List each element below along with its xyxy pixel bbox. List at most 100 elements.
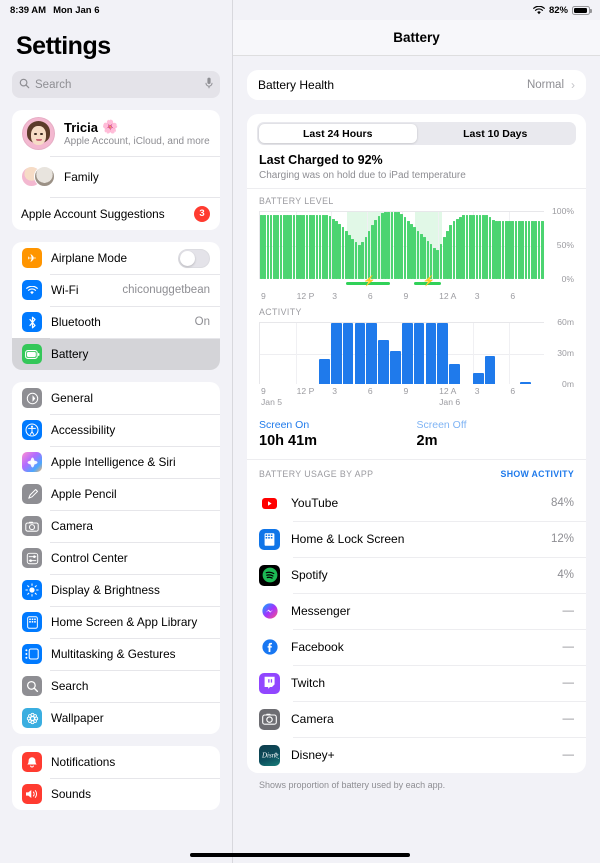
airplane-mode-toggle[interactable] xyxy=(178,248,210,268)
chart-bar xyxy=(354,242,358,279)
sidebar-item-camera[interactable]: Camera xyxy=(12,510,220,542)
segment-last-24-hours[interactable]: Last 24 Hours xyxy=(259,124,417,143)
time-range-segmented-control[interactable]: Last 24 Hours Last 10 Days xyxy=(257,122,576,145)
sidebar-item-label: Apple Pencil xyxy=(51,487,117,501)
sidebar-item-control-center[interactable]: Control Center xyxy=(12,542,220,574)
sidebar-item-airplane-mode[interactable]: ✈ Airplane Mode xyxy=(12,242,220,274)
chart-bar xyxy=(484,355,496,384)
chart-bar xyxy=(341,227,345,279)
sidebar-item-label: Notifications xyxy=(51,755,116,769)
last-charged-title: Last Charged to 92% xyxy=(259,153,383,167)
chart-bar xyxy=(400,214,404,279)
x-axis-tick: 6 xyxy=(510,386,516,396)
chart-bar xyxy=(455,218,459,279)
sidebar-item-apple-account[interactable]: Tricia 🌸 Apple Account, iCloud, and more xyxy=(12,110,220,156)
sidebar-item-sounds[interactable]: Sounds xyxy=(12,778,220,810)
status-bar-left: 8:39 AM Mon Jan 6 xyxy=(10,5,100,16)
sidebar-item-family[interactable]: Family xyxy=(12,156,220,197)
x-axis-tick: 3 xyxy=(332,386,338,396)
alerts-group: Notifications Sounds xyxy=(12,746,220,810)
x-axis-tick: 12 P xyxy=(296,386,315,396)
sidebar-item-wifi[interactable]: Wi-Fi chiconuggetbean xyxy=(12,274,220,306)
sidebar-item-display-brightness[interactable]: Display & Brightness xyxy=(12,574,220,606)
chart-bar xyxy=(374,220,377,279)
battery-detail-pane: Battery Battery Health Normal › Last 24 … xyxy=(233,0,600,863)
x-axis-tick: 9 xyxy=(403,291,409,301)
sidebar-item-home-screen-app-library[interactable]: Home Screen & App Library xyxy=(12,606,220,638)
messenger-icon xyxy=(259,600,280,622)
home-indicator xyxy=(190,852,410,857)
app-usage-row[interactable]: Home & Lock Screen 12% xyxy=(247,521,586,557)
chart-bar xyxy=(260,214,263,279)
search-placeholder: Search xyxy=(35,78,72,91)
screen-on-label: Screen On xyxy=(259,419,310,431)
chart-bar xyxy=(299,214,302,279)
chart-bar xyxy=(531,221,534,279)
app-battery-percent: 12% xyxy=(550,533,574,545)
chart-bar xyxy=(282,214,286,279)
app-usage-row[interactable]: Disney+ Disney+ — xyxy=(247,737,586,773)
sidebar-item-label: Wi-Fi xyxy=(51,283,79,297)
sidebar-item-multitasking-gestures[interactable]: Multitasking & Gestures xyxy=(12,638,220,670)
microphone-icon[interactable] xyxy=(205,76,213,94)
day-label: Jan 6 xyxy=(439,397,461,407)
status-date: Mon Jan 6 xyxy=(53,4,100,16)
account-name: Tricia xyxy=(64,119,98,135)
segment-last-10-days[interactable]: Last 10 Days xyxy=(417,124,575,143)
app-battery-percent: — xyxy=(562,605,575,617)
x-axis-tick: 6 xyxy=(367,386,373,396)
sidebar-item-apple-pencil[interactable]: Apple Pencil xyxy=(12,478,220,510)
chevron-right-icon: › xyxy=(571,78,575,92)
sidebar-item-search[interactable]: Search xyxy=(12,670,220,702)
search-input[interactable]: Search xyxy=(12,71,220,98)
app-usage-row[interactable]: Messenger — xyxy=(247,593,586,629)
chart-bar xyxy=(354,323,366,384)
app-usage-row[interactable]: YouTube 84% xyxy=(247,485,586,521)
wifi-icon xyxy=(22,280,42,300)
chart-bar xyxy=(508,221,511,279)
app-battery-percent: — xyxy=(562,641,575,653)
chart-bar xyxy=(318,214,322,279)
x-axis-tick: 6 xyxy=(367,291,373,301)
accessibility-icon xyxy=(22,420,42,440)
app-usage-list: YouTube 84% Home & Lock Screen 12% Spotify 4%… xyxy=(247,485,586,773)
chart-bar xyxy=(482,215,485,279)
chart-bar xyxy=(308,214,312,279)
sidebar-item-battery[interactable]: Battery xyxy=(12,338,220,370)
sidebar-item-apple-intelligence-siri[interactable]: Apple Intelligence & Siri xyxy=(12,446,220,478)
x-axis-tick: 3 xyxy=(474,386,480,396)
screen-off-value: 2m xyxy=(416,433,438,449)
activity-plot[interactable] xyxy=(259,322,544,384)
chart-bar xyxy=(465,215,469,279)
battery-health-row[interactable]: Battery Health Normal › xyxy=(247,70,586,100)
chart-bar xyxy=(452,221,456,279)
sidebar-item-label: Multitasking & Gestures xyxy=(51,647,176,661)
chart-bar xyxy=(410,224,413,279)
app-name: YouTube xyxy=(291,496,339,510)
chart-bar xyxy=(413,227,417,279)
app-usage-row[interactable]: Twitch — xyxy=(247,665,586,701)
chart-bar xyxy=(527,221,531,279)
chart-bar xyxy=(488,217,492,279)
sidebar-item-apple-account-suggestions[interactable]: Apple Account Suggestions 3 xyxy=(12,197,220,230)
y-axis-tick: 0% xyxy=(561,274,574,284)
app-usage-row[interactable]: Camera — xyxy=(247,701,586,737)
settings-sidebar[interactable]: Settings Search Tricia 🌸 Apple Account, … xyxy=(0,0,233,863)
y-axis-tick: 0m xyxy=(562,379,574,389)
sidebar-item-general[interactable]: General xyxy=(12,382,220,414)
app-usage-row[interactable]: Facebook — xyxy=(247,629,586,665)
sidebar-item-accessibility[interactable]: Accessibility xyxy=(12,414,220,446)
sidebar-item-bluetooth[interactable]: Bluetooth On xyxy=(12,306,220,338)
x-axis-tick: 3 xyxy=(474,291,480,301)
sidebar-item-notifications[interactable]: Notifications xyxy=(12,746,220,778)
activity-y-axis: 60m 30m 0m xyxy=(544,317,574,389)
app-usage-row[interactable]: Spotify 4% xyxy=(247,557,586,593)
chart-bar xyxy=(397,212,400,279)
battery-level-plot[interactable] xyxy=(259,211,544,279)
chart-bar xyxy=(322,214,325,279)
show-activity-button[interactable]: SHOW ACTIVITY xyxy=(501,469,574,479)
page-title: Battery xyxy=(393,30,440,45)
sidebar-item-wallpaper[interactable]: Wallpaper xyxy=(12,702,220,734)
avatar xyxy=(22,116,55,150)
facebook-icon xyxy=(259,636,280,658)
